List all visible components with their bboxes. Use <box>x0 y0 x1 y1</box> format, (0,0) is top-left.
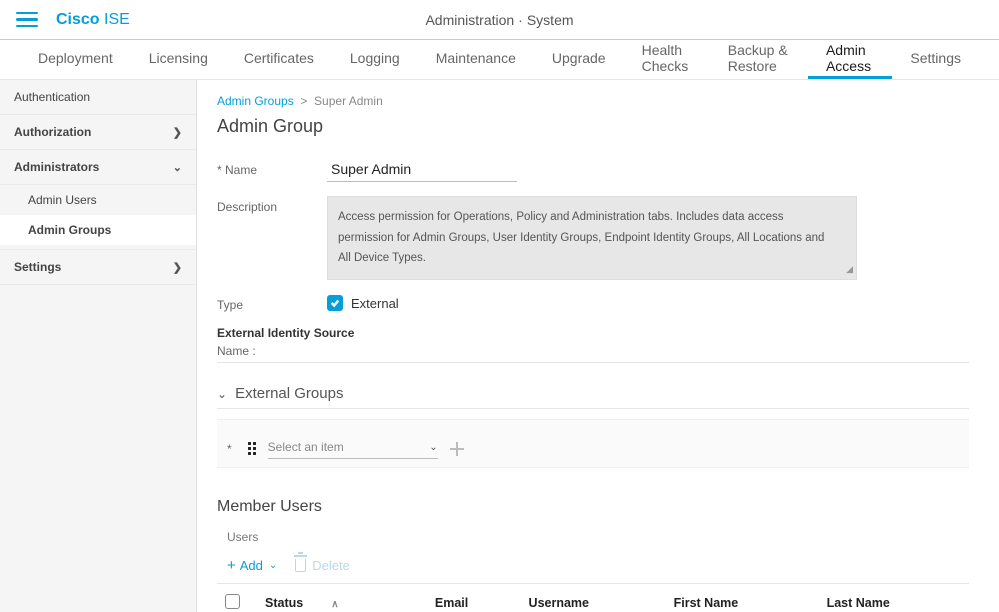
external-group-select[interactable]: Select an item ⌄ <box>268 438 438 459</box>
col-username[interactable]: Username <box>521 584 666 612</box>
content-area: Admin Groups > Super Admin Admin Group N… <box>197 80 999 612</box>
plus-icon: + <box>227 558 236 573</box>
col-last-name[interactable]: Last Name <box>819 584 969 612</box>
chevron-down-icon: ⌄ <box>269 560 277 571</box>
sidebar-item-settings[interactable]: Settings ❯ <box>0 249 196 285</box>
drag-handle-icon[interactable] <box>248 442 256 455</box>
tab-admin-access[interactable]: Admin Access <box>808 40 892 79</box>
sidebar-item-admin-groups[interactable]: Admin Groups <box>0 215 196 245</box>
add-user-button[interactable]: + Add ⌄ <box>227 558 277 573</box>
col-status[interactable]: Status∧ <box>257 584 427 612</box>
sidebar-item-authentication[interactable]: Authentication <box>0 80 196 115</box>
type-label: Type <box>217 294 327 312</box>
tab-upgrade[interactable]: Upgrade <box>534 40 624 79</box>
required-indicator: * <box>227 442 232 456</box>
chevron-right-icon: ❯ <box>173 126 182 139</box>
member-users-table: Status∧ Email Username First Name Last N… <box>217 583 969 612</box>
col-first-name[interactable]: First Name <box>666 584 819 612</box>
type-external-checkbox[interactable] <box>327 295 343 311</box>
tab-bar: Deployment Licensing Certificates Loggin… <box>0 40 999 80</box>
type-value-label: External <box>351 296 399 311</box>
member-users-subheader: Users <box>217 530 969 544</box>
breadcrumb-parent-link[interactable]: Admin Groups <box>217 94 294 108</box>
tab-maintenance[interactable]: Maintenance <box>418 40 534 79</box>
member-users-toolbar: + Add ⌄ Delete <box>217 554 969 583</box>
app-header: Cisco ISE Administration·System <box>0 0 999 40</box>
breadcrumb-header: Administration·System <box>425 12 573 28</box>
breadcrumb-current: Super Admin <box>314 94 383 108</box>
sidebar-item-admin-users[interactable]: Admin Users <box>0 185 196 215</box>
chevron-right-icon: ❯ <box>173 261 182 274</box>
menu-icon[interactable] <box>16 9 38 31</box>
description-textarea[interactable]: Access permission for Operations, Policy… <box>327 196 857 280</box>
tab-health-checks[interactable]: Health Checks <box>624 40 710 79</box>
tab-deployment[interactable]: Deployment <box>20 40 131 79</box>
resize-handle-icon[interactable]: ◢ <box>846 261 853 277</box>
delete-user-button[interactable]: Delete <box>295 558 350 573</box>
tab-backup-restore[interactable]: Backup & Restore <box>710 40 808 79</box>
select-all-checkbox[interactable] <box>225 594 240 609</box>
brand-logo: Cisco ISE <box>56 11 130 29</box>
member-users-header: Member Users <box>217 498 969 516</box>
chevron-down-icon: ⌄ <box>217 387 227 401</box>
external-identity-source: External Identity Source Name : <box>217 326 969 363</box>
sidebar-item-administrators[interactable]: Administrators ⌄ <box>0 150 196 185</box>
external-group-row: * Select an item ⌄ <box>217 419 969 468</box>
col-email[interactable]: Email <box>427 584 521 612</box>
breadcrumb: Admin Groups > Super Admin <box>217 94 969 108</box>
sidebar-item-authorization[interactable]: Authorization ❯ <box>0 115 196 150</box>
name-input[interactable] <box>327 159 517 182</box>
description-label: Description <box>217 196 327 214</box>
name-label: Name <box>217 159 327 177</box>
chevron-down-icon: ⌄ <box>173 161 182 174</box>
add-external-group-button[interactable] <box>450 442 464 456</box>
tab-logging[interactable]: Logging <box>332 40 418 79</box>
chevron-down-icon: ⌄ <box>429 442 437 453</box>
tab-licensing[interactable]: Licensing <box>131 40 226 79</box>
sidebar: Authentication Authorization ❯ Administr… <box>0 80 197 612</box>
sort-asc-icon: ∧ <box>331 599 338 610</box>
page-title: Admin Group <box>217 116 969 137</box>
trash-icon <box>295 559 306 572</box>
tab-settings[interactable]: Settings <box>892 40 979 79</box>
external-groups-header[interactable]: ⌄ External Groups <box>217 385 969 409</box>
tab-certificates[interactable]: Certificates <box>226 40 332 79</box>
